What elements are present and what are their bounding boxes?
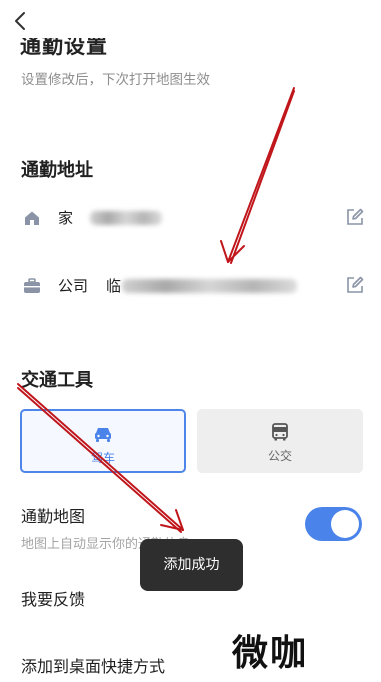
commute-map-toggle[interactable] xyxy=(305,507,362,541)
toggle-knob xyxy=(331,510,359,538)
transport-option-bus[interactable]: 公交 xyxy=(197,409,363,473)
company-address-value-redacted xyxy=(122,279,297,293)
home-address-value-redacted xyxy=(90,211,162,225)
home-icon xyxy=(25,211,39,225)
bus-label: 公交 xyxy=(267,449,292,463)
chevron-left-icon xyxy=(15,12,25,30)
home-label: 家 xyxy=(58,209,74,227)
add-shortcut-item[interactable]: 添加到桌面快捷方式 xyxy=(21,653,182,677)
page-subtitle: 设置修改后，下次打开地图生效 xyxy=(21,72,210,88)
home-address-row[interactable]: 家 xyxy=(0,198,381,238)
briefcase-icon xyxy=(24,278,40,293)
company-label: 公司 xyxy=(58,277,89,295)
company-address-row[interactable]: 公司 临 xyxy=(0,266,381,306)
transport-title: 交通工具 xyxy=(21,370,93,391)
commute-address-title: 通勤地址 xyxy=(21,160,93,181)
transport-option-car[interactable]: 驾车 xyxy=(20,409,186,473)
toast-message: 添加成功 xyxy=(140,539,243,591)
feedback-item[interactable]: 我要反馈 xyxy=(21,586,85,610)
watermark-logo: 微咖 xyxy=(231,632,344,676)
edit-icon[interactable] xyxy=(345,207,365,227)
bus-icon xyxy=(272,423,288,441)
back-button[interactable] xyxy=(6,6,36,36)
car-icon xyxy=(95,428,111,442)
watermark-text: 微咖 xyxy=(232,633,309,674)
edit-icon[interactable] xyxy=(345,275,365,295)
company-address-prefix: 临 xyxy=(106,277,122,295)
car-label: 驾车 xyxy=(90,451,115,465)
commute-map-title: 通勤地图 xyxy=(21,507,86,526)
